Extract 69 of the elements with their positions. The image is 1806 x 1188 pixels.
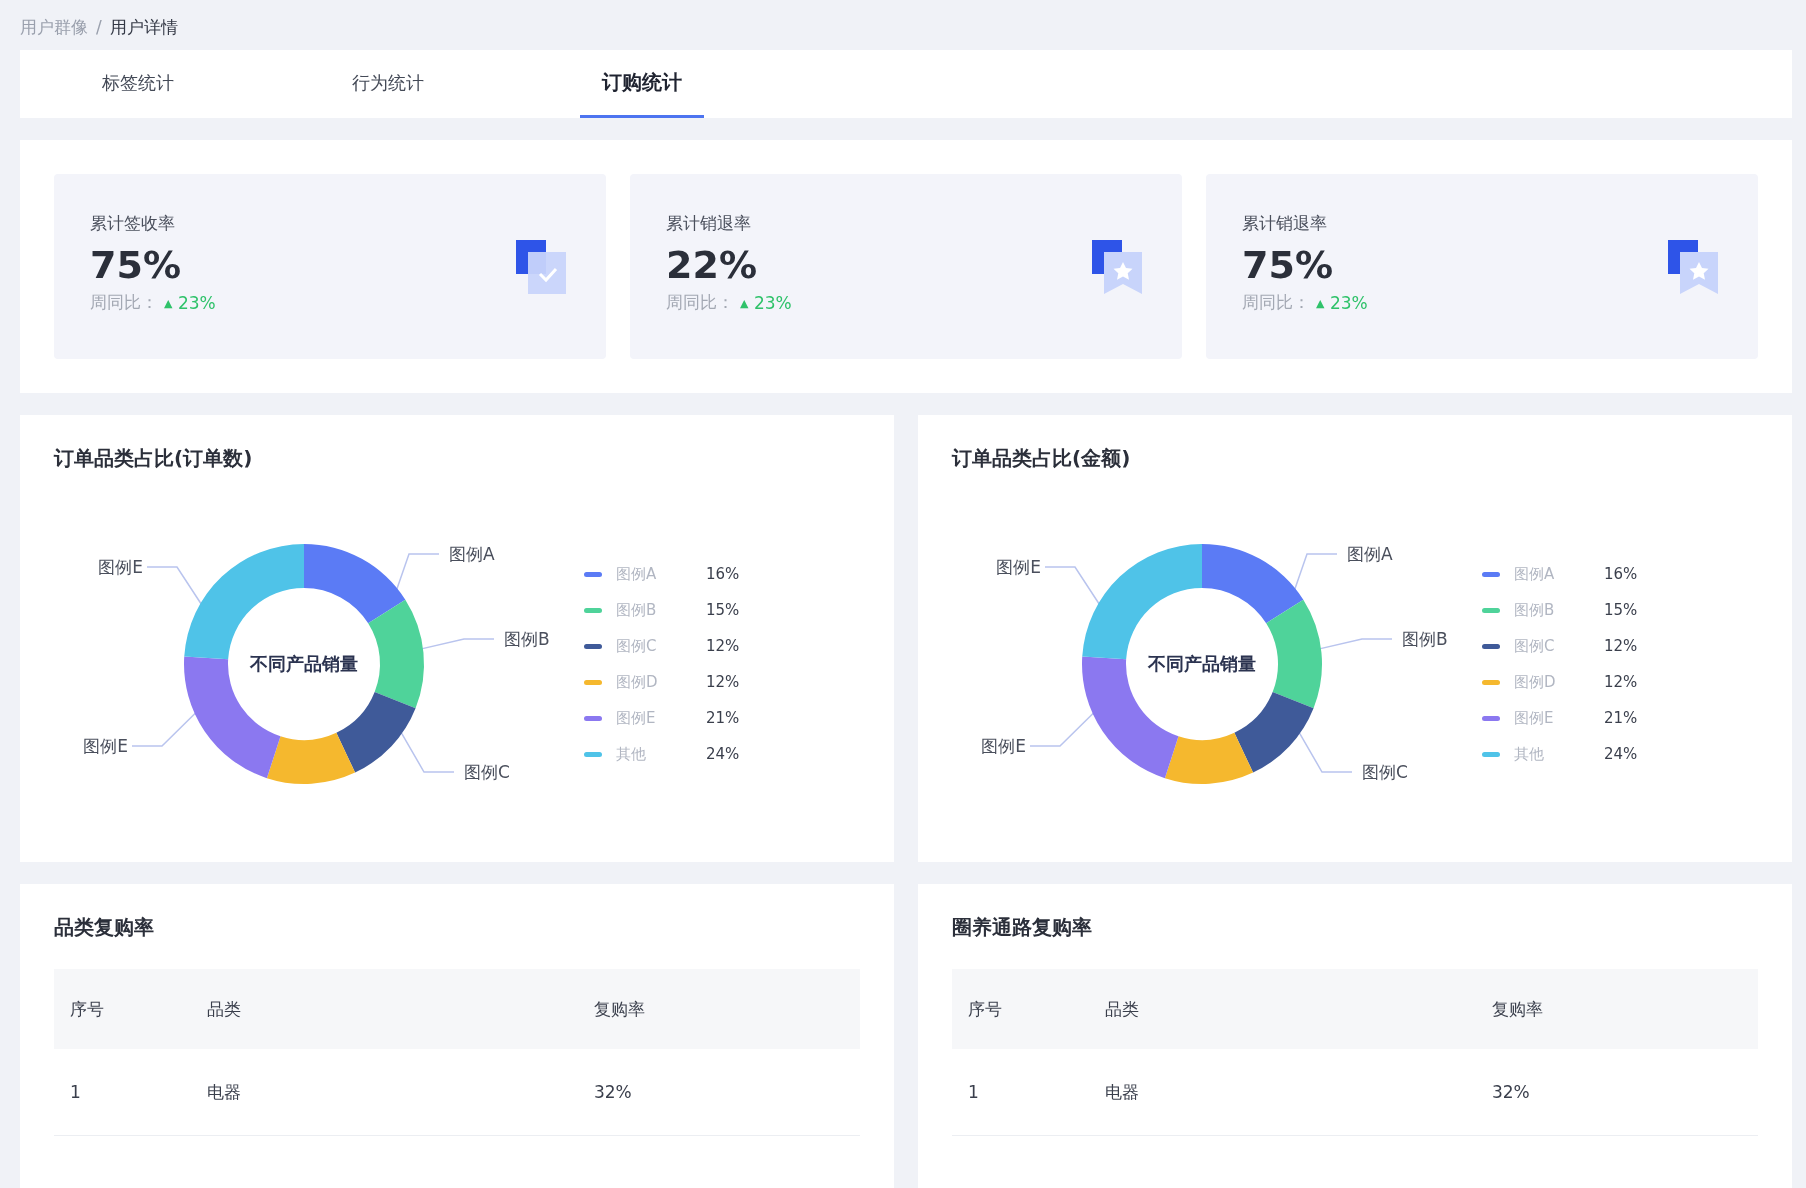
compare-label: 周同比： [666, 291, 734, 314]
table-title: 品类复购率 [54, 914, 155, 941]
table-cell: 电器 [191, 1049, 578, 1136]
table-cell: 32% [1475, 1049, 1758, 1136]
legend-label: 图例A [616, 564, 658, 584]
kpi-label: 累计销退率 [666, 212, 752, 235]
slice-label: 图例B [1402, 627, 1448, 651]
chart-title: 订单品类占比(订单数) [54, 445, 254, 472]
kpi-value: 75% [90, 243, 182, 287]
legend-label: 图例A [1514, 564, 1556, 584]
donut-center-label: 不同产品销量 [1148, 652, 1256, 676]
legend-value: 21% [706, 709, 740, 727]
legend-label: 图例E [616, 708, 657, 728]
star-bookmark-icon [1092, 240, 1144, 296]
legend-label: 图例E [1514, 708, 1555, 728]
legend-value: 24% [706, 745, 740, 763]
slice-label: 图例A [449, 542, 495, 566]
chart-title: 订单品类占比(金额) [952, 445, 1132, 472]
donut-center-label: 不同产品销量 [250, 652, 358, 676]
kpi-value: 22% [666, 243, 758, 287]
legend-value: 15% [1604, 601, 1638, 619]
legend-label: 图例D [616, 672, 659, 692]
table-cell: 1 [952, 1049, 1089, 1136]
slice-label: 图例B [504, 627, 550, 651]
column-header: 序号 [952, 969, 1089, 1049]
legend-label: 图例B [1514, 600, 1556, 620]
legend-label: 图例D [1514, 672, 1557, 692]
table-cell: 1 [54, 1049, 191, 1136]
table-cell: 32% [577, 1049, 860, 1136]
legend-value: 12% [1604, 637, 1638, 655]
tab[interactable]: 行为统计 [330, 50, 446, 118]
slice-label: 图例C [1362, 760, 1408, 784]
legend-value: 12% [1604, 673, 1638, 691]
table-title: 圈养通路复购率 [952, 914, 1093, 941]
table-cell: 电器 [1089, 1049, 1476, 1136]
tab[interactable]: 标签统计 [80, 50, 196, 118]
legend-value: 16% [1604, 565, 1638, 583]
kpi-value: 75% [1242, 243, 1334, 287]
slice-label: 图例E [981, 734, 1026, 758]
breadcrumb-separator: / [96, 17, 102, 37]
slice-label: 图例E [83, 734, 128, 758]
column-header: 序号 [54, 969, 191, 1049]
star-bookmark-icon [1668, 240, 1720, 296]
slice-label: 图例E [996, 555, 1041, 579]
kpi-label: 累计销退率 [1242, 212, 1328, 235]
column-header: 复购率 [577, 969, 860, 1049]
slice-label: 图例C [464, 760, 510, 784]
legend-label: 其他 [616, 744, 647, 764]
legend-label: 图例C [1514, 636, 1556, 656]
legend-value: 16% [706, 565, 740, 583]
legend-value: 12% [706, 673, 740, 691]
breadcrumb-item: 用户详情 [109, 15, 178, 39]
legend-label: 图例B [616, 600, 658, 620]
legend-value: 24% [1604, 745, 1638, 763]
column-header: 复购率 [1475, 969, 1758, 1049]
column-header: 品类 [191, 969, 578, 1049]
compare-label: 周同比： [90, 291, 158, 314]
legend-label: 其他 [1514, 744, 1545, 764]
legend-label: 图例C [616, 636, 658, 656]
tab[interactable]: 订购统计 [580, 50, 704, 118]
slice-label: 图例E [98, 555, 143, 579]
legend-value: 12% [706, 637, 740, 655]
legend-value: 15% [706, 601, 740, 619]
compare-label: 周同比： [1242, 291, 1310, 314]
column-header: 品类 [1089, 969, 1476, 1049]
check-document-icon [516, 240, 568, 296]
kpi-label: 累计签收率 [90, 212, 176, 235]
slice-label: 图例A [1347, 542, 1393, 566]
legend-value: 21% [1604, 709, 1638, 727]
